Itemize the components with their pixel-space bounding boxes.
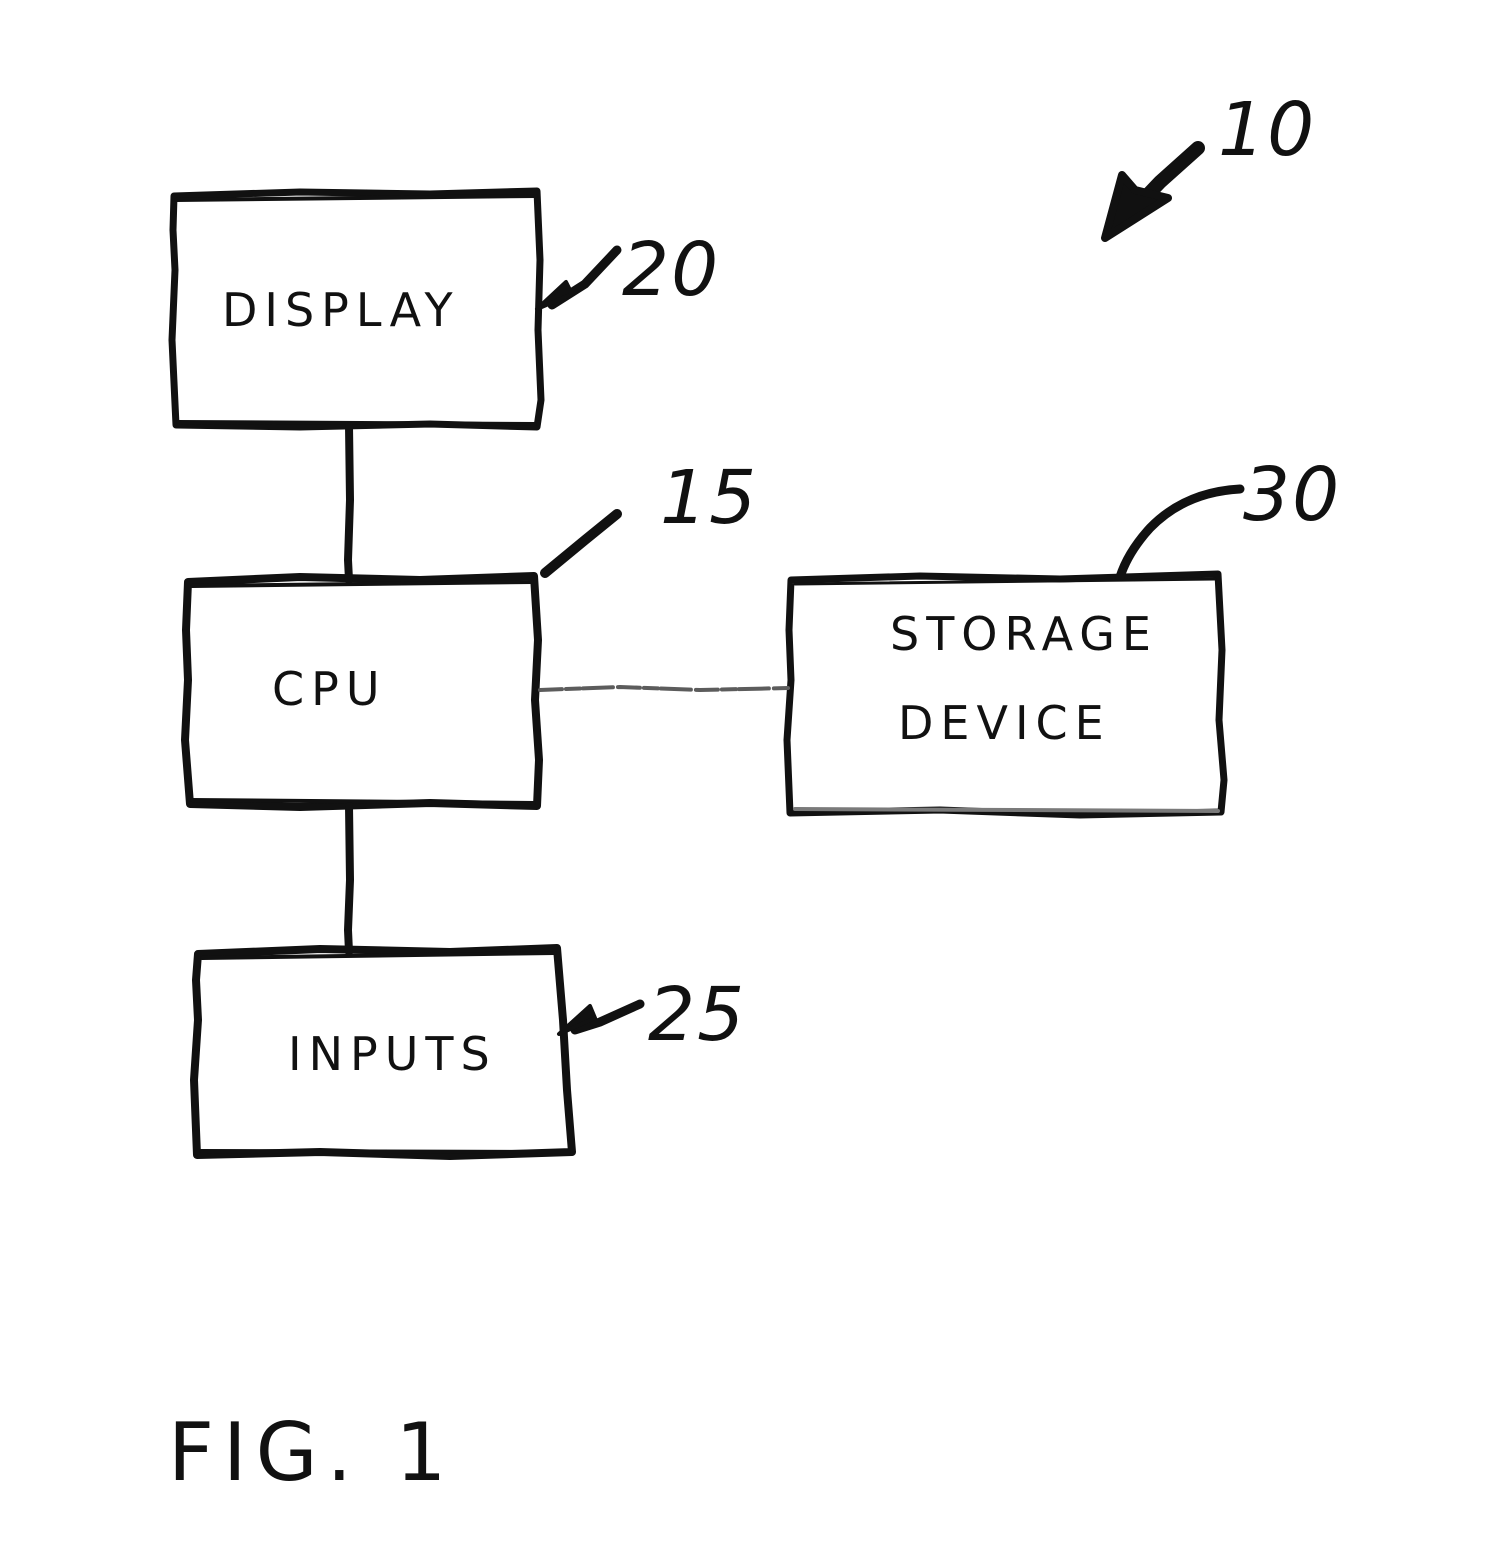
- figure-caption: FIG. 1: [168, 1406, 455, 1499]
- reference-numeral-20: 20: [622, 227, 720, 313]
- inputs-box-label: INPUTS: [288, 1027, 497, 1081]
- cpu-box-label: CPU: [272, 662, 387, 716]
- display-box-label: DISPLAY: [222, 283, 460, 337]
- storage-box-label-line2: DEVICE: [898, 696, 1111, 750]
- reference-numeral-30: 30: [1243, 452, 1341, 538]
- connector-cpu-inputs: [343, 802, 355, 956]
- system-arrow-10: [1101, 141, 1205, 242]
- figure-canvas: DISPLAY CPU INPUTS STORAGE DEVICE 20 15 …: [168, 87, 1341, 1499]
- leader-line-30: [1115, 484, 1245, 582]
- leader-line-20: [535, 245, 622, 311]
- connector-cpu-storage: [538, 684, 790, 693]
- reference-numeral-25: 25: [648, 972, 746, 1058]
- leader-line-15: [540, 509, 622, 578]
- reference-numeral-10: 10: [1218, 87, 1316, 173]
- storage-box-label-line1: STORAGE: [890, 607, 1158, 661]
- storage-box-wobble-bottom: [793, 807, 1220, 813]
- leader-line-25: [557, 999, 645, 1036]
- connector-display-cpu: [343, 422, 355, 584]
- patent-figure: DISPLAY CPU INPUTS STORAGE DEVICE 20 15 …: [0, 0, 1496, 1556]
- reference-numeral-15: 15: [660, 455, 758, 541]
